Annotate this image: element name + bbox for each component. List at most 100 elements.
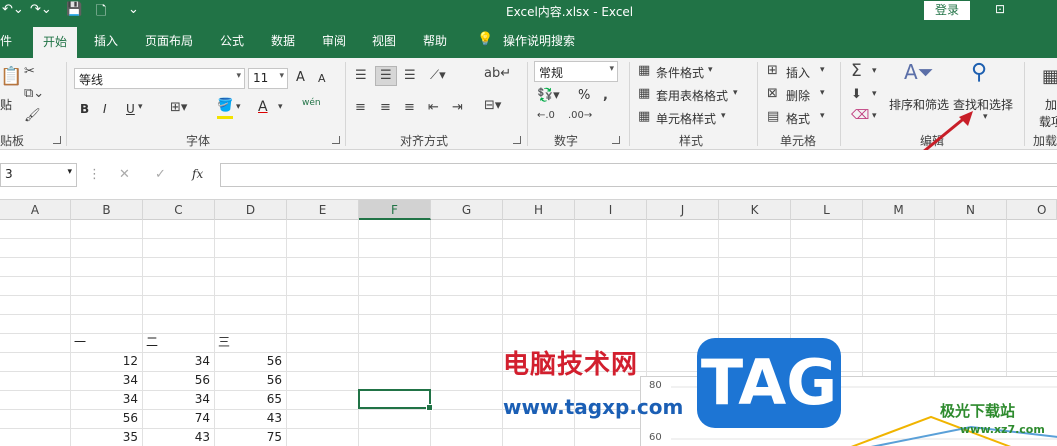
decrease-indent-icon[interactable]: ⇤ (428, 100, 439, 115)
chevron-down-icon[interactable]: ▾ (278, 102, 283, 112)
table-cell[interactable]: 34 (72, 390, 138, 409)
align-bottom-icon[interactable]: ☰ (404, 68, 416, 83)
align-right-icon[interactable]: ≡ (404, 100, 415, 115)
tab-view[interactable]: 视图 (372, 32, 396, 49)
column-header-h[interactable]: H (503, 200, 575, 220)
fill-icon[interactable]: ⬇ (851, 87, 862, 102)
login-button[interactable]: 登录 (924, 1, 970, 20)
chevron-down-icon[interactable]: ▾ (820, 88, 825, 98)
addins-button-bottom[interactable]: 载项 (1039, 113, 1057, 130)
column-header-d[interactable]: D (215, 200, 287, 220)
table-cell[interactable]: 12 (72, 352, 138, 371)
table-cell[interactable]: 56 (72, 409, 138, 428)
chevron-down-icon[interactable]: ▾ (236, 102, 241, 112)
addins-button-top[interactable]: 加 (1045, 96, 1057, 113)
save-icon[interactable]: 💾 (66, 2, 82, 17)
alignment-launcher[interactable] (513, 136, 521, 144)
phonetic-guide-icon[interactable]: wén (302, 98, 321, 108)
cut-icon[interactable]: ✂ (24, 64, 35, 79)
increase-font-icon[interactable]: A (296, 70, 305, 85)
comma-style-icon[interactable]: , (603, 88, 608, 103)
column-header-n[interactable]: N (935, 200, 1007, 220)
format-as-table-button[interactable]: 套用表格格式 (656, 87, 728, 104)
increase-decimal-icon[interactable]: ←.0 (537, 110, 555, 121)
delete-cells-button[interactable]: 删除 (786, 87, 810, 104)
column-header-j[interactable]: J (647, 200, 719, 220)
insert-cells-button[interactable]: 插入 (786, 64, 810, 81)
tab-file[interactable]: 件 (0, 32, 12, 49)
orientation-icon[interactable]: ⟋▾ (430, 68, 446, 83)
decrease-decimal-icon[interactable]: .00→ (568, 110, 592, 121)
column-header-k[interactable]: K (719, 200, 791, 220)
column-header-m[interactable]: M (863, 200, 935, 220)
align-center-icon[interactable]: ≡ (380, 100, 391, 115)
decrease-font-icon[interactable]: A (318, 72, 326, 85)
table-cell[interactable]: 56 (216, 352, 282, 371)
format-painter-icon[interactable]: 🖌 (24, 108, 41, 123)
column-header-b[interactable]: B (71, 200, 143, 220)
chevron-down-icon[interactable]: ▾ (872, 89, 877, 99)
ribbon-display-icon[interactable]: ⊡ (995, 2, 1005, 16)
table-cell[interactable]: 43 (216, 409, 282, 428)
print-preview-icon[interactable]: 🗋 (96, 2, 106, 24)
tab-home[interactable]: 开始 (33, 27, 78, 58)
accounting-format-icon[interactable]: 💱▾ (537, 88, 560, 103)
table-cell[interactable]: 74 (144, 409, 210, 428)
table-cell[interactable]: 56 (144, 371, 210, 390)
number-format-select[interactable]: 常规 ▾ (534, 61, 618, 82)
table-cell[interactable]: 34 (144, 352, 210, 371)
borders-icon[interactable]: ⊞▾ (170, 100, 187, 115)
chevron-down-icon[interactable]: ▾ (138, 102, 143, 112)
formula-input[interactable] (220, 163, 1057, 187)
chevron-down-icon[interactable]: ▾ (708, 65, 713, 75)
tell-me-search[interactable]: 操作说明搜索 (503, 32, 575, 49)
column-header-f[interactable]: F (359, 200, 431, 220)
table-header-cell[interactable]: 二 (146, 333, 158, 352)
selected-cell[interactable] (358, 389, 433, 411)
align-top-icon[interactable]: ☰ (355, 68, 367, 83)
table-cell[interactable]: 34 (144, 390, 210, 409)
number-launcher[interactable] (612, 136, 620, 144)
tab-help[interactable]: 帮助 (423, 32, 447, 49)
chevron-down-icon[interactable]: ▾ (872, 66, 877, 76)
chevron-down-icon[interactable]: ▾ (872, 111, 877, 121)
table-cell[interactable]: 56 (216, 371, 282, 390)
cell-styles-button[interactable]: 单元格样式 (656, 110, 716, 127)
column-header-l[interactable]: L (791, 200, 863, 220)
wrap-text-icon[interactable]: ab↵ (484, 66, 511, 81)
align-left-icon[interactable]: ≡ (355, 100, 366, 115)
tab-insert[interactable]: 插入 (94, 32, 118, 49)
table-header-cell[interactable]: 一 (74, 333, 86, 352)
font-launcher[interactable] (332, 136, 340, 144)
table-cell[interactable]: 65 (216, 390, 282, 409)
chevron-down-icon[interactable]: ▾ (820, 111, 825, 121)
paste-icon[interactable]: 📋 (0, 66, 22, 87)
table-cell[interactable]: 35 (72, 428, 138, 446)
font-size-select[interactable]: 11 ▾ (248, 68, 288, 89)
table-header-cell[interactable]: 三 (218, 333, 230, 352)
paste-button[interactable]: 贴 (0, 96, 12, 113)
fill-color-icon[interactable]: 🪣 (217, 98, 233, 113)
conditional-formatting-button[interactable]: 条件格式 (656, 64, 704, 81)
enter-icon[interactable]: ✓ (155, 167, 166, 182)
clipboard-launcher[interactable] (53, 136, 61, 144)
chevron-down-icon[interactable]: ▾ (733, 88, 738, 98)
autosum-icon[interactable]: Σ (851, 61, 862, 81)
chevron-down-icon[interactable]: ▾ (721, 111, 726, 121)
underline-button[interactable]: U (126, 102, 135, 116)
copy-icon[interactable]: ⧉⌄ (24, 86, 44, 101)
clear-icon[interactable]: ⌫ (851, 108, 869, 123)
tab-formulas[interactable]: 公式 (220, 32, 244, 49)
chevron-down-icon[interactable]: ▾ (820, 65, 825, 75)
tab-data[interactable]: 数据 (271, 32, 295, 49)
percent-style-button[interactable]: % (578, 88, 590, 103)
column-header-a[interactable]: A (0, 200, 71, 220)
column-header-o[interactable]: O (1007, 200, 1057, 220)
name-box[interactable]: 3 ▾ (0, 163, 77, 187)
merge-center-icon[interactable]: ⊟▾ (484, 98, 501, 113)
bold-button[interactable]: B (80, 102, 89, 116)
insert-function-button[interactable]: fx (192, 167, 203, 181)
table-cell[interactable]: 43 (144, 428, 210, 446)
table-cell[interactable]: 75 (216, 428, 282, 446)
cancel-icon[interactable]: ✕ (119, 167, 130, 182)
